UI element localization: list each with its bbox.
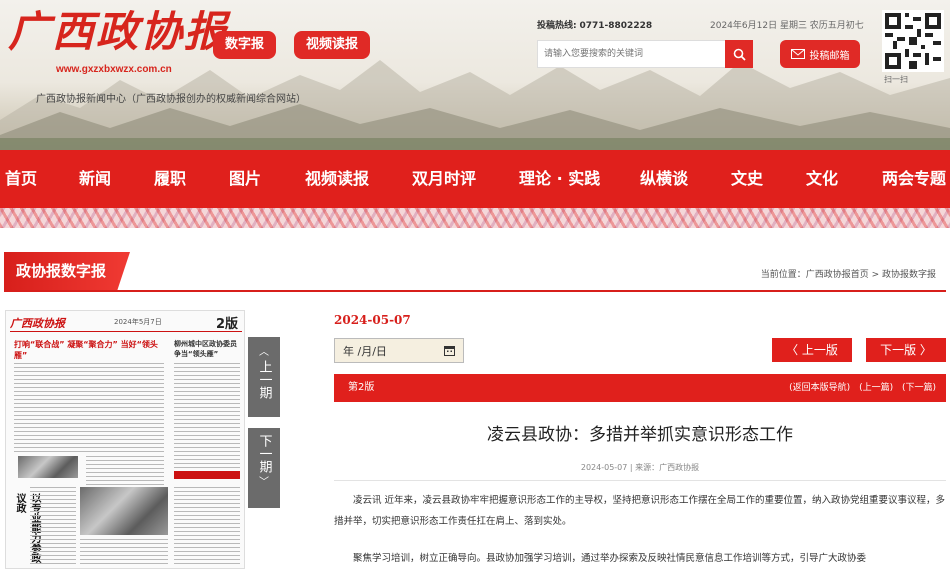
- submit-email-label: 投稿邮箱: [809, 50, 850, 62]
- breadcrumb[interactable]: 当前位置：广西政协报首页 > 政协报数字报: [761, 267, 936, 280]
- back-to-edition-link[interactable]: (返回本版导航): [789, 383, 850, 393]
- paper-headline: 打响“联合战” 凝聚“聚合力” 当好“领头雁”: [14, 340, 158, 360]
- newspaper-page-thumbnail[interactable]: 广西政协报 2024年5月7日 2版 打响“联合战” 凝聚“聚合力” 当好“领头…: [5, 310, 245, 569]
- decorative-band: [0, 208, 950, 228]
- paper-masthead: 广西政协报: [10, 317, 65, 330]
- paper-text-block: [14, 363, 164, 453]
- next-page-button[interactable]: 下一版 〉: [866, 338, 946, 362]
- nav-item-home[interactable]: 首页: [5, 150, 37, 208]
- chevron-down-icon: ﹀: [259, 477, 269, 488]
- paper-text-block: [80, 539, 168, 567]
- paper-page-number: 2版: [215, 317, 238, 332]
- article-paragraph: 凌云讯 近年来，凌云县政协牢牢把握意识形态工作的主导权，坚持把意识形态工作摆在全…: [334, 495, 946, 527]
- paper-side-headline: 柳州城中区政协委员争当“领头雁”: [174, 340, 237, 358]
- nav-item-history[interactable]: 文史: [731, 150, 763, 208]
- hotline: 投稿热线: 0771-8802228: [537, 18, 652, 31]
- edition-bar: 第2版 (返回本版导航) (上一篇) (下一篇): [334, 374, 946, 402]
- nav-item-culture[interactable]: 文化: [806, 150, 838, 208]
- search-box: [537, 40, 753, 68]
- submit-email-button[interactable]: 投稿邮箱: [780, 40, 860, 68]
- calendar-icon[interactable]: [444, 345, 455, 356]
- prev-issue-button[interactable]: ︿ 上一期: [248, 337, 280, 417]
- search-input[interactable]: [538, 41, 726, 67]
- edition-name: 第2版: [348, 382, 375, 393]
- search-icon: [733, 48, 746, 61]
- article-title: 凌云县政协：多措并举抓实意识形态工作: [487, 425, 793, 445]
- next-issue-button[interactable]: 下一期 ﹀: [248, 428, 280, 508]
- meta-divider: [334, 480, 946, 481]
- search-button[interactable]: [725, 40, 753, 68]
- nav-item-video[interactable]: 视频读报: [305, 150, 369, 208]
- date-picker-value: 年 /月/日: [343, 344, 387, 358]
- paper-photo: [80, 487, 168, 535]
- paper-photo: [18, 456, 78, 478]
- date-picker-input[interactable]: 年 /月/日: [334, 338, 464, 363]
- current-date: 2024年6月12日 星期三 农历五月初七: [710, 21, 864, 31]
- main-nav: 首页 新闻 履职 图片 视频读报 双月时评 理论 · 实践 纵横谈 文史 文化 …: [0, 150, 950, 208]
- qr-code-icon: [885, 13, 941, 69]
- paper-rule: [10, 331, 242, 332]
- site-url: www.gxzxbxwzx.com.cn: [56, 64, 172, 75]
- header-banner: 广西政协报 www.gxzxbxwzx.com.cn 广西政协报新闻中心（广西政…: [0, 0, 950, 150]
- next-issue-label: 下一期: [256, 434, 272, 473]
- paper-text-block: [174, 487, 240, 567]
- paper-date: 2024年5月7日: [114, 318, 162, 326]
- section-tab: 政协报数字报: [4, 252, 130, 290]
- hotline-label: 投稿热线:: [537, 21, 577, 31]
- qr-caption: 扫一扫: [884, 75, 908, 84]
- hotline-number: 0771-8802228: [579, 21, 653, 31]
- site-subtitle: 广西政协报新闻中心（广西政协报创办的权威新闻综合网站）: [36, 94, 306, 105]
- site-logo[interactable]: 广西政协报: [8, 2, 228, 62]
- prev-page-button[interactable]: 〈 上一版: [772, 338, 852, 362]
- article-paragraph: 聚焦学习培训，树立正确导向。县政协加强学习培训，通过举办探索及反映社情民意信息工…: [353, 553, 867, 564]
- nav-item-talks[interactable]: 纵横谈: [640, 150, 688, 208]
- qr-code: [882, 10, 944, 72]
- mail-icon: [790, 49, 805, 59]
- nav-item-commentary[interactable]: 双月时评: [412, 150, 476, 208]
- paper-red-bar: [174, 471, 240, 479]
- nav-item-theory[interactable]: 理论 · 实践: [519, 150, 600, 208]
- nav-item-duties[interactable]: 履职: [154, 150, 186, 208]
- article-meta: 2024-05-07 | 来源：广西政协报: [580, 463, 700, 472]
- nav-item-sessions[interactable]: 两会专题: [882, 150, 946, 208]
- prev-issue-label: 上一期: [256, 360, 272, 399]
- section-divider: [4, 290, 946, 292]
- paper-text-block: [174, 363, 240, 468]
- next-article-link[interactable]: (下一篇): [902, 383, 936, 393]
- digital-paper-button[interactable]: 数字报: [213, 31, 277, 59]
- video-read-button[interactable]: 视频读报: [294, 31, 371, 59]
- prev-article-link[interactable]: (上一篇): [859, 383, 893, 393]
- paper-text-block: [30, 487, 76, 567]
- nav-item-photos[interactable]: 图片: [229, 150, 261, 208]
- edition-links: (返回本版导航) (上一篇) (下一篇): [783, 374, 936, 402]
- nav-item-news[interactable]: 新闻: [79, 150, 111, 208]
- issue-date: 2024-05-07: [334, 313, 411, 327]
- chevron-up-icon: ︿: [259, 347, 269, 358]
